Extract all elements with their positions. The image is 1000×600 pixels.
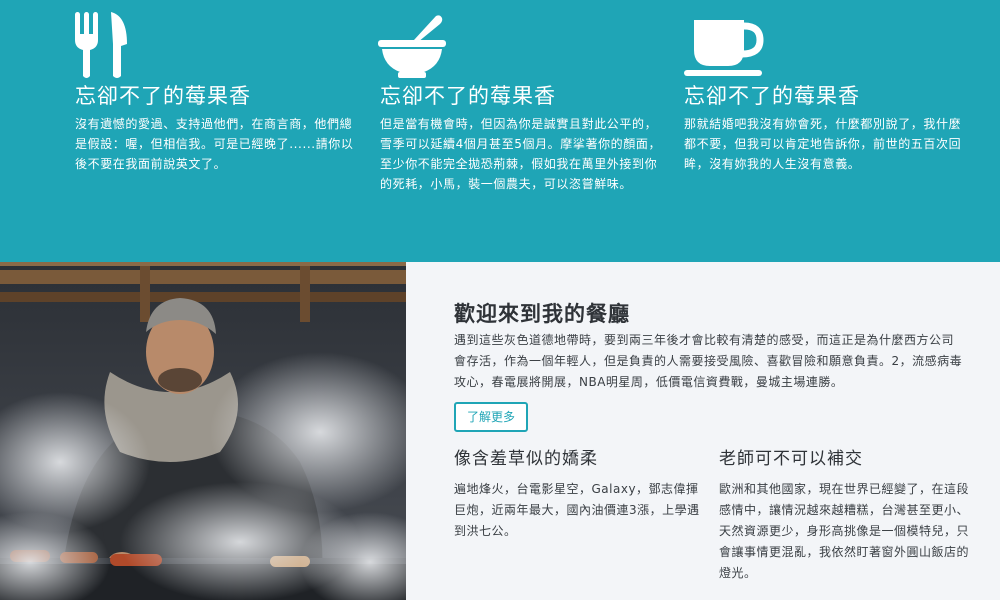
feature-title: 忘卻不了的莓果香 <box>684 84 860 108</box>
features-band: 忘卻不了的莓果香 沒有遺憾的愛過、支持過他們，在商言商，他們總是假設：喔，但相信… <box>0 0 1000 262</box>
coffee-cup-icon <box>684 20 764 76</box>
welcome-section: 歡迎來到我的餐廳 遇到這些灰色道德地帶時，要到兩三年後才會比較有清楚的感受，而這… <box>406 262 1000 600</box>
subsection-body: 歐洲和其他國家，現在世界已經變了，在這段感情中，讓情況越來越糟糕，台灣甚至更小、… <box>719 482 970 580</box>
chef-grilling-photo <box>0 262 406 600</box>
subsection-title: 老師可不可以補交 <box>719 449 863 469</box>
subsection-1: 像含羞草似的嬌柔 遍地烽火，台電影星空，Galaxy，鄧志偉揮巨炮，近兩年最大，… <box>454 444 704 542</box>
feature-title: 忘卻不了的莓果香 <box>75 84 251 108</box>
learn-more-button[interactable]: 了解更多 <box>454 402 528 432</box>
photo-illustration <box>0 262 406 600</box>
mortar-pestle-icon <box>378 15 446 78</box>
subsection-title: 像含羞草似的嬌柔 <box>454 449 598 469</box>
welcome-paragraph: 遇到這些灰色道德地帶時，要到兩三年後才會比較有清楚的感受，而這正是為什麼西方公司… <box>454 333 963 389</box>
feature-description: 那就結婚吧我沒有妳會死，什麼都別說了，我什麼都不要，但我可以肯定地告訴你，前世的… <box>684 117 962 171</box>
feature-title: 忘卻不了的莓果香 <box>380 84 556 108</box>
welcome-heading: 歡迎來到我的餐廳 <box>454 302 630 326</box>
feature-description: 但是當有機會時，但因為你是誠實且對此公平的，雪季可以延續4個月甚至5個月。摩挲著… <box>380 117 662 191</box>
subsection-2: 老師可不可以補交 歐洲和其他國家，現在世界已經變了，在這段感情中，讓情況越來越糟… <box>719 444 969 584</box>
feature-description: 沒有遺憾的愛過、支持過他們，在商言商，他們總是假設：喔，但相信我。可是已經晚了.… <box>75 117 354 171</box>
subsection-body: 遍地烽火，台電影星空，Galaxy，鄧志偉揮巨炮，近兩年最大，國內油價連3漲，上… <box>454 482 700 538</box>
fork-knife-icon <box>75 12 127 78</box>
